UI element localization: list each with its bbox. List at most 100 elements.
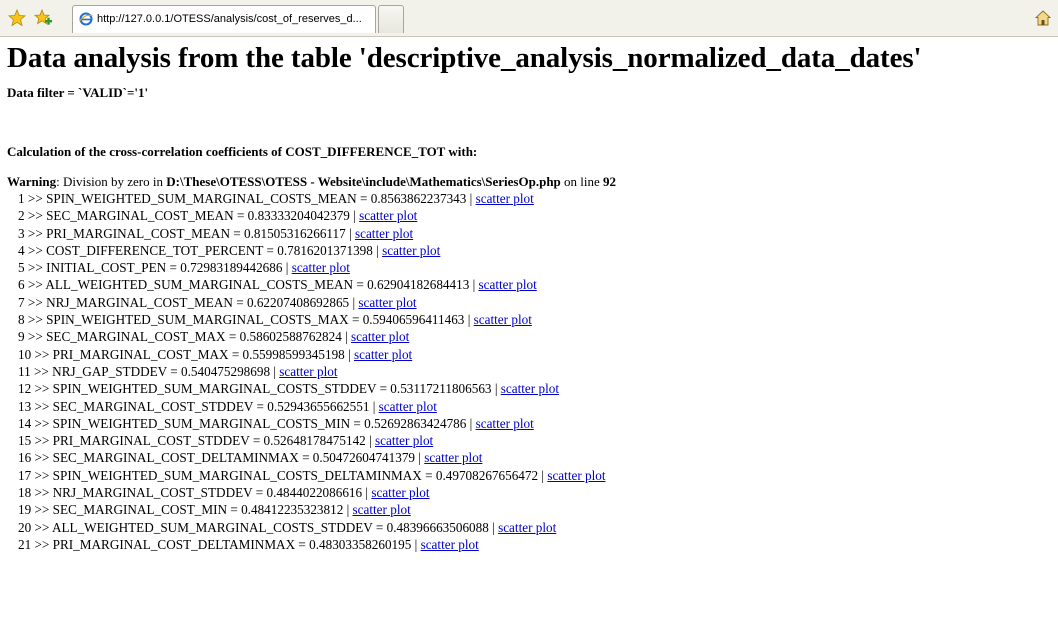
row-pipe-separator: | [369, 398, 379, 414]
row-equals: = [249, 433, 264, 449]
row-variable-name: NRJ_MARGINAL_COST_MEAN [46, 294, 233, 310]
scatter-plot-link[interactable]: scatter plot [498, 520, 556, 535]
row-equals: = [232, 294, 247, 310]
correlation-results-list: 1 >> SPIN_WEIGHTED_SUM_MARGINAL_COSTS_ME… [7, 190, 1057, 553]
row-rank: 21 [18, 536, 32, 552]
scatter-plot-link[interactable]: scatter plot [382, 243, 440, 258]
row-variable-name: SPIN_WEIGHTED_SUM_MARGINAL_COSTS_MEAN [46, 191, 357, 206]
calculation-heading: Calculation of the cross-correlation coe… [7, 144, 478, 159]
row-variable-name: SPIN_WEIGHTED_SUM_MARGINAL_COSTS_MIN [52, 415, 351, 431]
scatter-plot-link[interactable]: scatter plot [476, 191, 534, 206]
row-equals: = [166, 260, 181, 276]
correlation-row: 8 >> SPIN_WEIGHTED_SUM_MARGINAL_COSTS_MA… [18, 311, 1057, 328]
row-rank: 6 [18, 277, 25, 293]
row-arrow-separator: >> [31, 450, 53, 466]
scatter-plot-link[interactable]: scatter plot [354, 347, 412, 362]
row-coefficient-value: 0.62904182684413 [367, 277, 470, 293]
scatter-plot-link[interactable]: scatter plot [359, 208, 417, 223]
correlation-row: 2 >> SEC_MARGINAL_COST_MEAN = 0.83333204… [18, 207, 1057, 224]
row-coefficient-value: 0.58602588762824 [239, 329, 342, 345]
row-equals: = [348, 312, 363, 328]
scatter-plot-link[interactable]: scatter plot [474, 312, 532, 327]
row-arrow-separator: >> [31, 536, 53, 552]
correlation-row: 15 >> PRI_MARGINAL_COST_STDDEV = 0.52648… [18, 432, 1057, 449]
row-pipe-separator: | [349, 208, 360, 224]
row-rank: 10 [18, 346, 32, 362]
scatter-plot-link[interactable]: scatter plot [421, 537, 479, 552]
row-variable-name: SPIN_WEIGHTED_SUM_MARGINAL_COSTS_STDDEV [52, 381, 377, 397]
scatter-plot-link[interactable]: scatter plot [479, 277, 537, 292]
row-arrow-separator: >> [31, 346, 53, 362]
row-variable-name: SPIN_WEIGHTED_SUM_MARGINAL_COSTS_MAX [46, 312, 349, 328]
scatter-plot-link[interactable]: scatter plot [424, 450, 482, 465]
new-tab-button[interactable] [378, 5, 404, 33]
row-arrow-separator: >> [31, 467, 53, 483]
row-equals: = [253, 398, 268, 414]
correlation-row: 11 >> NRJ_GAP_STDDEV = 0.540475298698 | … [18, 363, 1057, 380]
row-arrow-separator: >> [31, 502, 53, 518]
row-equals: = [353, 277, 368, 293]
correlation-row: 4 >> COST_DIFFERENCE_TOT_PERCENT = 0.781… [18, 242, 1057, 259]
row-equals: = [263, 242, 278, 258]
row-coefficient-value: 0.49708267656472 [435, 467, 539, 483]
favorites-star-icon[interactable] [8, 9, 26, 27]
row-equals: = [229, 225, 244, 241]
row-pipe-separator: | [365, 433, 375, 449]
row-pipe-separator: | [341, 329, 352, 345]
row-arrow-separator: >> [24, 294, 47, 310]
row-variable-name: PRI_MARGINAL_COST_DELTAMINMAX [52, 536, 296, 552]
row-coefficient-value: 0.72983189442686 [180, 260, 283, 276]
row-rank: 2 [18, 208, 25, 224]
row-pipe-separator: | [488, 519, 499, 535]
row-arrow-separator: >> [24, 242, 47, 258]
scatter-plot-link[interactable]: scatter plot [375, 433, 433, 448]
scatter-plot-link[interactable]: scatter plot [292, 260, 350, 275]
row-equals: = [376, 381, 391, 397]
add-favorites-icon[interactable] [34, 9, 52, 27]
browser-tab-active[interactable]: http://127.0.0.1/OTESS/analysis/cost_of_… [72, 5, 376, 33]
scatter-plot-link[interactable]: scatter plot [353, 502, 411, 517]
scatter-plot-link[interactable]: scatter plot [371, 485, 429, 500]
row-coefficient-value: 0.52692863424786 [364, 415, 467, 431]
row-arrow-separator: >> [30, 363, 53, 379]
browser-toolbar: http://127.0.0.1/OTESS/analysis/cost_of_… [0, 0, 1058, 37]
scatter-plot-link[interactable]: scatter plot [358, 295, 416, 310]
row-coefficient-value: 0.4844022086616 [266, 485, 363, 501]
row-arrow-separator: >> [24, 208, 47, 224]
row-rank: 12 [18, 381, 32, 397]
row-variable-name: SPIN_WEIGHTED_SUM_MARGINAL_COSTS_DELTAMI… [52, 467, 422, 483]
row-coefficient-value: 0.53117211806563 [390, 381, 492, 397]
scatter-plot-link[interactable]: scatter plot [351, 329, 409, 344]
row-rank: 9 [18, 329, 25, 345]
row-coefficient-value: 0.48303358260195 [309, 536, 412, 552]
row-rank: 17 [18, 467, 32, 483]
row-coefficient-value: 0.55998599345198 [242, 346, 345, 362]
row-coefficient-value: 0.7816201371398 [277, 242, 373, 258]
row-arrow-separator: >> [24, 329, 47, 345]
row-pipe-separator: | [282, 260, 292, 276]
row-rank: 5 [18, 260, 25, 276]
home-icon[interactable] [1034, 10, 1052, 26]
scatter-plot-link[interactable]: scatter plot [501, 381, 559, 396]
row-pipe-separator: | [270, 363, 280, 379]
correlation-row: 5 >> INITIAL_COST_PEN = 0.72983189442686… [18, 259, 1057, 276]
scatter-plot-link[interactable]: scatter plot [279, 364, 337, 379]
row-coefficient-value: 0.48396663506088 [386, 519, 489, 535]
row-variable-name: NRJ_GAP_STDDEV [52, 363, 167, 379]
scatter-plot-link[interactable]: scatter plot [476, 416, 534, 431]
row-variable-name: COST_DIFFERENCE_TOT_PERCENT [46, 242, 264, 258]
row-pipe-separator: | [343, 502, 353, 518]
scatter-plot-link[interactable]: scatter plot [355, 226, 413, 241]
correlation-row: 13 >> SEC_MARGINAL_COST_STDDEV = 0.52943… [18, 398, 1057, 415]
row-coefficient-value: 0.62207408692865 [246, 294, 350, 310]
row-equals: = [372, 519, 387, 535]
scatter-plot-link[interactable]: scatter plot [379, 399, 437, 414]
row-arrow-separator: >> [24, 312, 47, 328]
row-rank: 8 [18, 312, 25, 328]
row-variable-name: INITIAL_COST_PEN [46, 260, 167, 276]
row-pipe-separator: | [372, 242, 383, 258]
row-arrow-separator: >> [31, 381, 53, 397]
scatter-plot-link[interactable]: scatter plot [547, 468, 605, 483]
correlation-row: 20 >> ALL_WEIGHTED_SUM_MARGINAL_COSTS_ST… [18, 519, 1057, 536]
row-rank: 20 [18, 519, 32, 535]
